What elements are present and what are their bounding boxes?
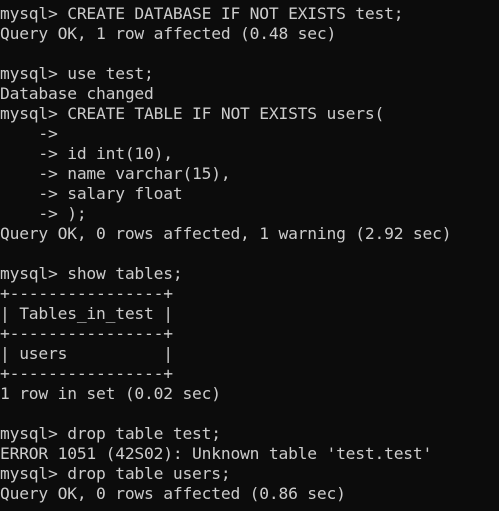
result-line: Query OK, 1 row affected (0.48 sec) (0, 24, 337, 43)
error-line: ERROR 1051 (42S02): Unknown table 'test.… (0, 444, 433, 463)
prompt-line: mysql> CREATE DATABASE IF NOT EXISTS tes… (0, 4, 404, 23)
continuation-line: -> salary float (0, 184, 183, 203)
result-line: Query OK, 0 rows affected (0.86 sec) (0, 484, 346, 503)
prompt-line: mysql> use test; (0, 64, 154, 83)
prompt-line: mysql> CREATE TABLE IF NOT EXISTS users( (0, 104, 385, 123)
terminal-output[interactable]: mysql> CREATE DATABASE IF NOT EXISTS tes… (0, 0, 499, 511)
result-line: Database changed (0, 84, 154, 103)
table-border-line: +----------------+ (0, 284, 173, 303)
result-line: 1 row in set (0.02 sec) (0, 384, 221, 403)
prompt-line: mysql> drop table test; (0, 424, 221, 443)
prompt-line: mysql> drop table users; (0, 464, 231, 483)
result-line: Query OK, 0 rows affected, 1 warning (2.… (0, 224, 452, 243)
continuation-line: -> (0, 124, 58, 143)
continuation-line: -> id int(10), (0, 144, 173, 163)
table-border-line: +----------------+ (0, 324, 173, 343)
table-row-line: | users | (0, 344, 173, 363)
continuation-line: -> name varchar(15), (0, 164, 231, 183)
table-border-line: +----------------+ (0, 364, 173, 383)
continuation-line: -> ); (0, 204, 87, 223)
prompt-line: mysql> show tables; (0, 264, 183, 283)
table-header-line: | Tables_in_test | (0, 304, 173, 323)
